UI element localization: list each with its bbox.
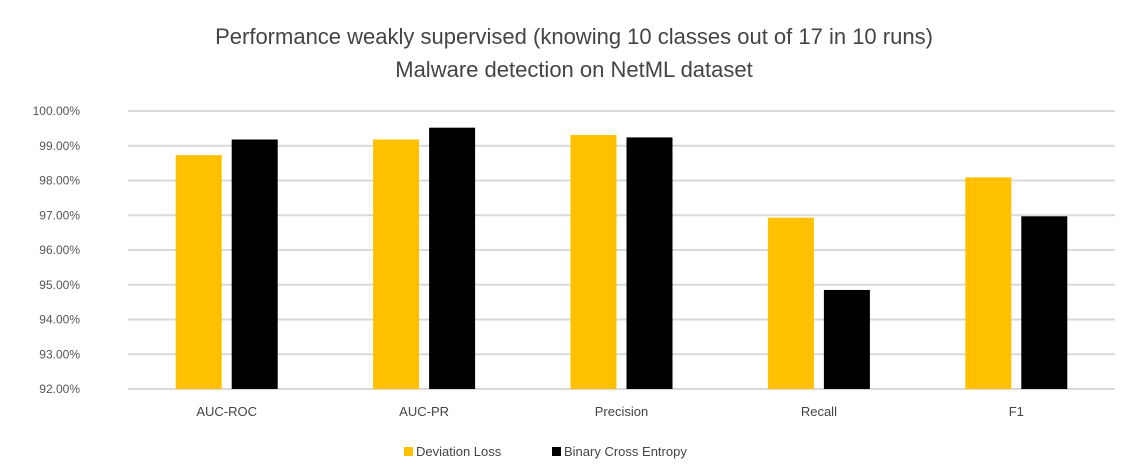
x-axis-labels: AUC-ROC AUC-PR Precision Recall F1 (196, 404, 1024, 419)
bar-auc-pr-binary-cross-entropy (429, 127, 476, 390)
bar-auc-pr-deviation-loss (373, 139, 420, 389)
legend-label: Binary Cross Entropy (564, 444, 687, 459)
bar-precision-binary-cross-entropy (626, 137, 673, 389)
bars (175, 127, 1068, 390)
y-tick-label: 93.00% (39, 347, 80, 361)
chart-title: Performance weakly supervised (knowing 1… (215, 24, 933, 49)
x-tick-label: Recall (801, 404, 837, 419)
y-tick-label: 97.00% (39, 208, 80, 222)
legend-swatch (552, 447, 561, 456)
y-tick-label: 94.00% (39, 313, 80, 327)
x-tick-label: Precision (595, 404, 648, 419)
legend-label: Deviation Loss (416, 444, 502, 459)
y-tick-label: 100.00% (33, 104, 81, 118)
x-tick-label: AUC-ROC (196, 404, 257, 419)
x-tick-label: F1 (1009, 404, 1024, 419)
y-tick-label: 98.00% (39, 174, 80, 188)
bar-precision-deviation-loss (570, 134, 617, 389)
bar-auc-roc-deviation-loss (175, 155, 222, 389)
x-tick-label: AUC-PR (399, 404, 449, 419)
bar-f1-binary-cross-entropy (1021, 216, 1068, 389)
bar-f1-deviation-loss (965, 177, 1012, 389)
y-axis-ticks: 92.00% 93.00% 94.00% 95.00% 96.00% 97.00% 98.0… (33, 104, 81, 396)
bar-recall-deviation-loss (767, 217, 814, 389)
legend: Deviation Loss Binary Cross Entropy (404, 444, 687, 459)
y-tick-label: 96.00% (39, 243, 80, 257)
y-tick-label: 95.00% (39, 278, 80, 292)
chart-subtitle: Malware detection on NetML dataset (395, 57, 753, 82)
y-tick-label: 92.00% (39, 382, 80, 396)
bar-auc-roc-binary-cross-entropy (231, 139, 278, 389)
y-tick-label: 99.00% (39, 139, 80, 153)
bar-chart: Performance weakly supervised (knowing 1… (33, 24, 1115, 459)
legend-swatch (404, 447, 413, 456)
bar-recall-binary-cross-entropy (823, 289, 870, 389)
